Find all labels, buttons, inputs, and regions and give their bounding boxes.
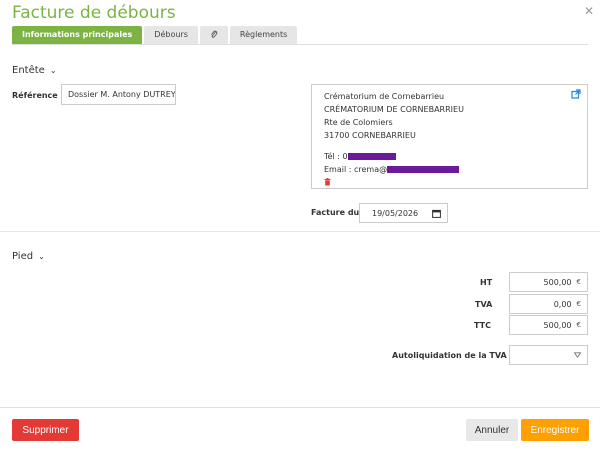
address-email: Email : crema@ (324, 163, 575, 176)
currency-symbol: € (576, 300, 581, 308)
autoliquidation-select[interactable] (509, 345, 588, 365)
facture-du-label: Facture du (311, 208, 360, 217)
tab-underline (12, 44, 588, 45)
address-line3: Rte de Colomiers (324, 118, 393, 127)
delete-button[interactable]: Supprimer (12, 419, 79, 441)
ttc-value: 500,00 (543, 320, 572, 330)
address-line4: 31700 CORNEBARRIEU (324, 131, 416, 140)
address-box: Crématorium de Cornebarrieu CRÉMATORIUM … (311, 84, 588, 189)
ht-input[interactable]: 500,00 € (509, 272, 588, 292)
pied-section-toggle[interactable]: Pied ⌄ (12, 251, 45, 262)
email-label: Email : crema@ (324, 165, 388, 174)
reference-value: Dossier M. Antony DUTREY (68, 90, 176, 99)
redaction-bar (387, 166, 460, 173)
ttc-input[interactable]: 500,00 € (509, 315, 588, 335)
save-button[interactable]: Enregistrer (521, 419, 589, 441)
dialog-title: Facture de débours (12, 3, 176, 23)
paperclip-icon (211, 30, 218, 38)
facture-date-value: 19/05/2026 (372, 208, 419, 218)
tel-label: Tél : 0 (324, 152, 348, 161)
tva-label: TVA (475, 300, 493, 309)
tab-bar: Informations principales Débours Règleme… (12, 26, 298, 44)
entete-label: Entête (12, 65, 45, 76)
tab-reglements[interactable]: Règlements (229, 26, 298, 44)
tva-input[interactable]: 0,00 € (509, 294, 588, 314)
facture-date-input[interactable]: 19/05/2026 (359, 203, 448, 223)
close-icon[interactable]: ✕ (584, 4, 594, 18)
ht-value: 500,00 (543, 277, 572, 287)
calendar-icon[interactable] (432, 209, 441, 218)
tva-value: 0,00 (553, 299, 572, 309)
tab-attachments[interactable] (199, 26, 228, 44)
chevron-down-icon: ⌄ (49, 66, 57, 75)
reference-input[interactable]: Dossier M. Antony DUTREY (61, 84, 176, 105)
ht-label: HT (480, 278, 493, 287)
external-link-icon[interactable] (571, 89, 581, 99)
tab-debours[interactable]: Débours (144, 26, 198, 44)
cancel-button[interactable]: Annuler (466, 419, 518, 441)
trash-icon[interactable] (324, 178, 331, 186)
entete-section-toggle[interactable]: Entête ⌄ (12, 65, 57, 76)
currency-symbol: € (576, 321, 581, 329)
tab-informations-principales[interactable]: Informations principales (12, 26, 143, 44)
chevron-down-icon: ⌄ (38, 252, 45, 261)
section-divider (0, 231, 600, 232)
address-tel: Tél : 0 (324, 150, 575, 163)
autoliquidation-label: Autoliquidation de la TVA (392, 351, 507, 360)
ttc-label: TTC (474, 321, 491, 330)
pied-label: Pied (12, 251, 34, 262)
address-line2: CRÉMATORIUM DE CORNEBARRIEU (324, 105, 464, 114)
currency-symbol: € (576, 278, 581, 286)
footer-divider (0, 407, 600, 408)
reference-label: Référence (12, 91, 58, 100)
redaction-bar (347, 153, 396, 160)
address-line1: Crématorium de Cornebarrieu (324, 92, 445, 101)
dropdown-arrow-icon (574, 352, 581, 358)
